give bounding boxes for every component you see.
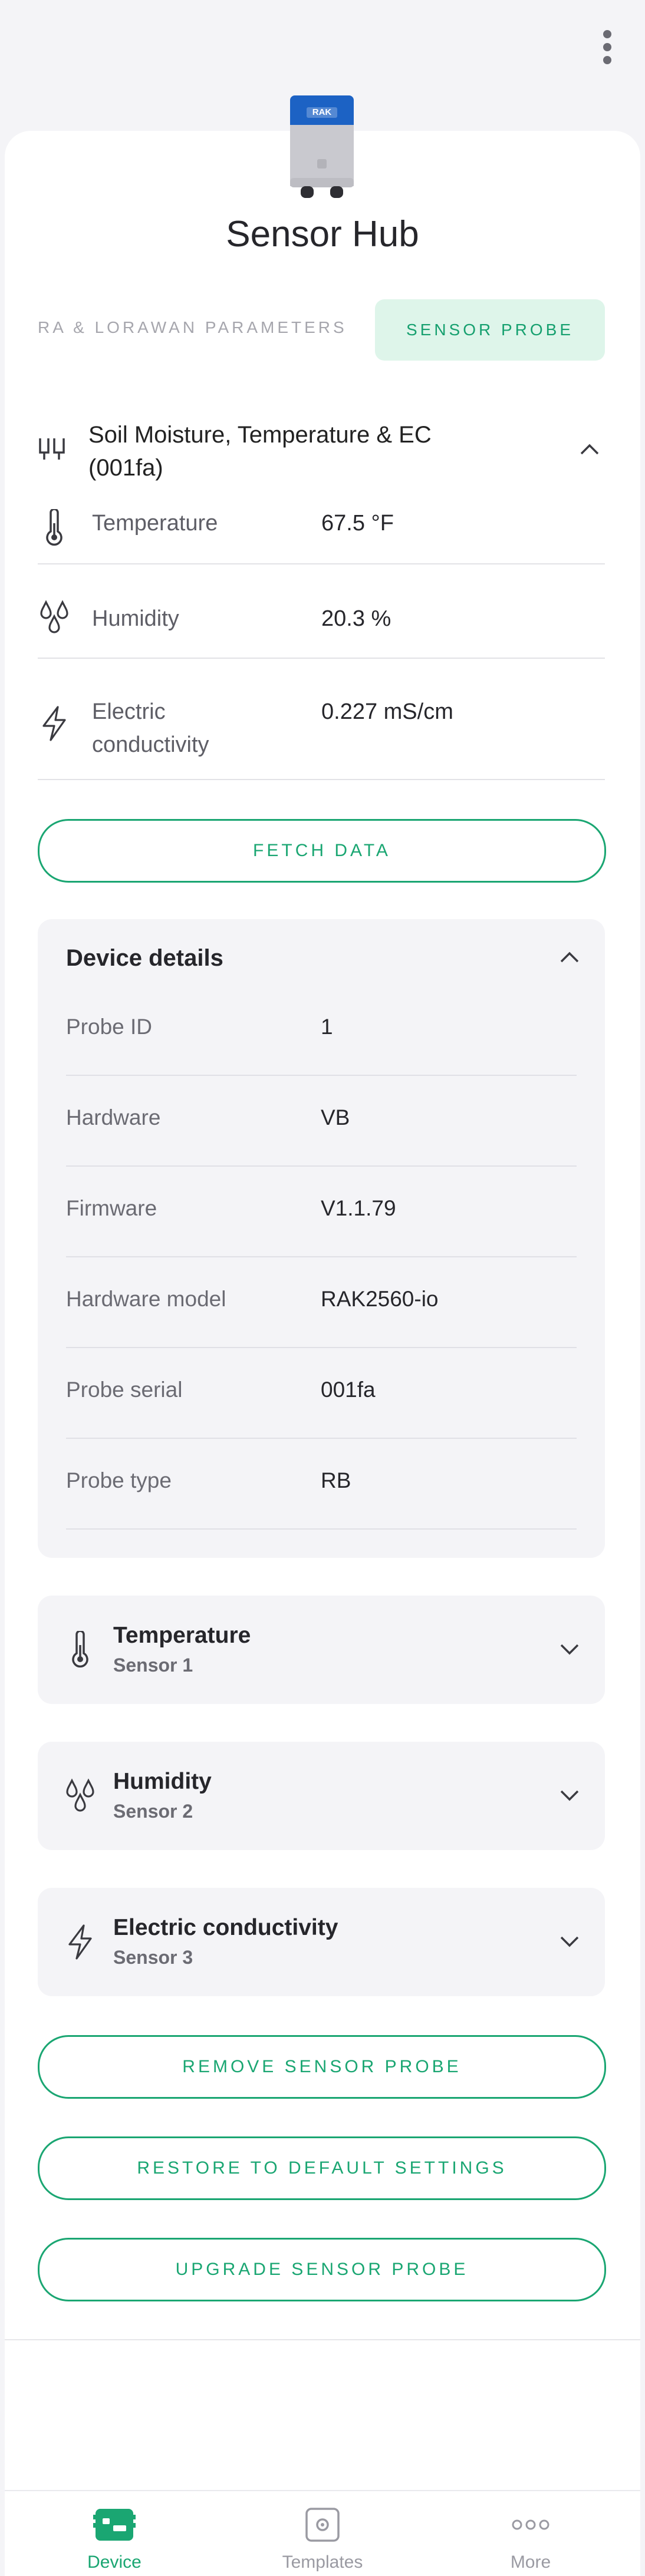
sensor-index: Sensor 3 bbox=[113, 1947, 193, 1968]
detail-row: Probe serial 001fa bbox=[66, 1347, 577, 1439]
measurement-temperature: Temperature 67.5 °F bbox=[38, 501, 605, 564]
probe-title-serial: (001fa) bbox=[88, 455, 163, 481]
device-image: RAK bbox=[290, 95, 354, 198]
measurement-value: 67.5 °F bbox=[321, 511, 394, 536]
detail-label: Probe serial bbox=[66, 1378, 183, 1402]
nav-item-templates[interactable]: Templates bbox=[234, 2491, 411, 2576]
app-screen: RAK Sensor Hub RA & LORAWAN PARAMETERS S… bbox=[0, 0, 645, 2576]
device-icon bbox=[91, 2505, 138, 2544]
upgrade-sensor-probe-button[interactable]: UPGRADE SENSOR PROBE bbox=[38, 2238, 606, 2301]
detail-label: Probe type bbox=[66, 1468, 172, 1492]
measurement-label-line: conductivity bbox=[92, 732, 209, 757]
detail-label: Hardware bbox=[66, 1105, 161, 1130]
nav-item-device[interactable]: Device bbox=[26, 2491, 203, 2576]
chevron-up-icon bbox=[560, 952, 579, 963]
templates-icon bbox=[299, 2505, 346, 2544]
detail-value: V1.1.79 bbox=[321, 1196, 396, 1220]
detail-row: Firmware V1.1.79 bbox=[66, 1165, 577, 1257]
probe-title: Soil Moisture, Temperature & EC (001fa) bbox=[88, 418, 432, 484]
detail-row: Probe ID 1 bbox=[66, 984, 577, 1076]
sensor-index: Sensor 2 bbox=[113, 1801, 193, 1822]
chevron-down-icon bbox=[560, 1790, 579, 1801]
lightning-icon bbox=[42, 706, 66, 741]
detail-label: Hardware model bbox=[66, 1287, 226, 1311]
detail-label: Firmware bbox=[66, 1196, 157, 1220]
sensor-card-conductivity[interactable]: Electric conductivity Sensor 3 bbox=[38, 1888, 605, 1996]
detail-label: Probe ID bbox=[66, 1015, 153, 1039]
detail-row: Hardware model RAK2560-io bbox=[66, 1256, 577, 1348]
device-details-title: Device details bbox=[66, 945, 223, 971]
measurement-label: Electric conductivity bbox=[92, 695, 209, 761]
sensor-expand-toggle[interactable] bbox=[558, 1784, 581, 1808]
lightning-icon bbox=[68, 1924, 92, 1960]
detail-row: Hardware VB bbox=[66, 1075, 577, 1167]
more-horiz-icon bbox=[507, 2505, 554, 2544]
nav-label: Device bbox=[87, 2552, 141, 2572]
content-divider bbox=[5, 2339, 640, 2340]
detail-value: VB bbox=[321, 1105, 350, 1130]
measurement-humidity: Humidity 20.3 % bbox=[38, 596, 605, 659]
device-details-panel: Device details Probe ID 1 Hardware VB Fi… bbox=[38, 919, 605, 1558]
details-collapse-toggle[interactable] bbox=[558, 945, 581, 969]
measurement-value: 20.3 % bbox=[321, 606, 391, 631]
probe-title-name: Soil Moisture, Temperature & EC bbox=[88, 422, 432, 448]
sensor-name: Electric conductivity bbox=[113, 1915, 338, 1940]
remove-sensor-probe-button[interactable]: REMOVE SENSOR PROBE bbox=[38, 2035, 606, 2099]
bottom-nav: Device Templates More bbox=[5, 2490, 640, 2576]
measurement-label: Temperature bbox=[92, 511, 218, 536]
chevron-down-icon bbox=[560, 1936, 579, 1947]
tab-sensor-probe[interactable]: SENSOR PROBE bbox=[375, 299, 605, 361]
detail-value: RB bbox=[321, 1468, 351, 1492]
nav-item-more[interactable]: More bbox=[442, 2491, 619, 2576]
measurement-value: 0.227 mS/cm bbox=[321, 699, 453, 724]
sensor-name: Humidity bbox=[113, 1769, 212, 1794]
sensor-card-temperature[interactable]: Temperature Sensor 1 bbox=[38, 1596, 605, 1704]
droplets-icon bbox=[40, 600, 68, 633]
chevron-down-icon bbox=[560, 1644, 579, 1655]
device-brand-text: RAK bbox=[312, 107, 332, 117]
probe-icon bbox=[39, 438, 65, 460]
detail-value: 001fa bbox=[321, 1378, 376, 1402]
sensor-expand-toggle[interactable] bbox=[558, 1638, 581, 1662]
sensor-name: Temperature bbox=[113, 1623, 251, 1648]
measurement-label-line: Electric bbox=[92, 699, 166, 724]
overflow-menu-button[interactable] bbox=[584, 24, 631, 71]
chevron-up-icon bbox=[580, 444, 599, 455]
probe-collapse-toggle[interactable] bbox=[578, 437, 601, 461]
thermometer-icon bbox=[46, 509, 62, 546]
restore-defaults-button[interactable]: RESTORE TO DEFAULT SETTINGS bbox=[38, 2136, 606, 2200]
nav-label: Templates bbox=[282, 2552, 363, 2572]
nav-label: More bbox=[510, 2552, 551, 2572]
fetch-data-button[interactable]: FETCH DATA bbox=[38, 819, 606, 883]
droplets-icon bbox=[66, 1778, 94, 1812]
detail-row: Probe type RB bbox=[66, 1438, 577, 1530]
measurement-label: Humidity bbox=[92, 606, 179, 631]
more-vert-icon bbox=[603, 30, 611, 64]
sensor-expand-toggle[interactable] bbox=[558, 1930, 581, 1954]
measurement-conductivity: Electric conductivity 0.227 mS/cm bbox=[38, 691, 605, 780]
detail-value: RAK2560-io bbox=[321, 1287, 439, 1311]
detail-value: 1 bbox=[321, 1015, 333, 1039]
sensor-card-humidity[interactable]: Humidity Sensor 2 bbox=[38, 1742, 605, 1850]
probe-header[interactable]: Soil Moisture, Temperature & EC (001fa) bbox=[38, 412, 605, 489]
sensor-index: Sensor 1 bbox=[113, 1654, 193, 1676]
thermometer-icon bbox=[72, 1631, 88, 1668]
tab-lorawan-parameters[interactable]: RA & LORAWAN PARAMETERS bbox=[38, 318, 347, 337]
device-title: Sensor Hub bbox=[226, 214, 419, 255]
